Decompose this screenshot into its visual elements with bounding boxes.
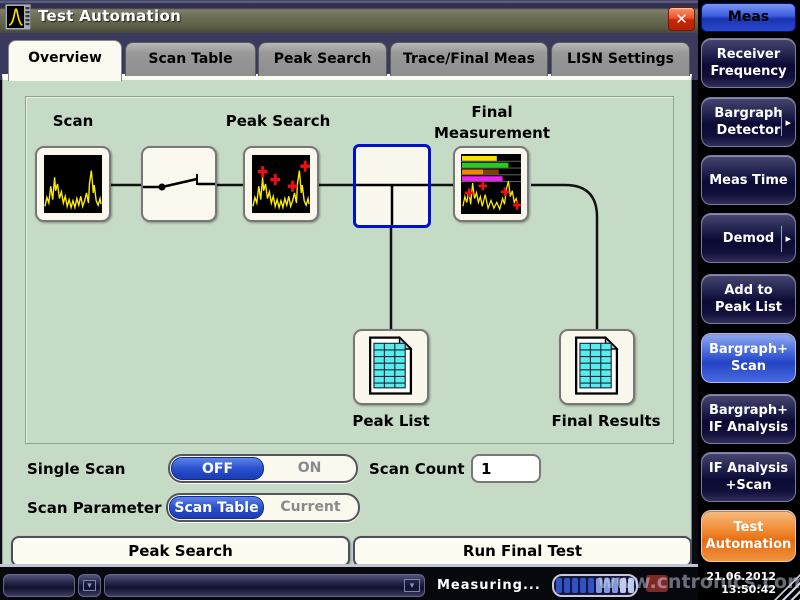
single-scan-on-option[interactable]: ON: [264, 457, 355, 480]
app-trace-icon: [5, 4, 31, 30]
window-title: Test Automation: [38, 7, 181, 25]
scan-count-input[interactable]: [471, 454, 541, 483]
taskbar-segment-1[interactable]: [3, 574, 75, 597]
peak-list-icon: [353, 329, 429, 405]
bargraph-scan-softkey[interactable]: Bargraph+ Scan: [701, 333, 796, 383]
progress-cell: [628, 578, 634, 593]
progress-bar: [552, 574, 638, 597]
demod-softkey[interactable]: Demod ▸: [701, 213, 796, 263]
datetime-display: 21.06.2012 13:50:42: [706, 570, 776, 596]
tab-overview[interactable]: Overview: [8, 40, 122, 81]
close-button[interactable]: ✕: [668, 7, 695, 31]
progress-cell: [620, 578, 626, 593]
scan-label: Scan: [23, 112, 123, 130]
bargraph-if-analysis-softkey[interactable]: Bargraph+ IF Analysis: [701, 394, 796, 444]
test-automation-softkey[interactable]: Test Automation: [701, 510, 796, 562]
progress-cell: [588, 578, 594, 593]
meas-time-softkey[interactable]: Meas Time: [701, 155, 796, 205]
switch-block: [141, 146, 217, 222]
submenu-arrow-icon: ▸: [781, 110, 791, 136]
progress-cell: [604, 578, 610, 593]
peak-search-label: Peak Search: [198, 112, 358, 130]
single-scan-label: Single Scan: [27, 460, 125, 478]
scan-count-label: Scan Count: [369, 460, 465, 478]
submenu-arrow-icon: ▸: [781, 226, 791, 252]
softkey-panel: Meas Receiver Frequency Bargraph Detecto…: [698, 0, 800, 600]
add-to-peak-list-softkey[interactable]: Add to Peak List: [701, 274, 796, 324]
peak-search-block: [243, 146, 319, 222]
final-measurement-icon: [461, 154, 521, 214]
final-measurement-block: [453, 146, 529, 222]
single-scan-off-option[interactable]: OFF: [171, 457, 264, 480]
final-results-icon: [559, 329, 635, 405]
progress-cell: [580, 578, 586, 593]
display-select-icon: ▾: [404, 579, 420, 592]
switch-icon: [143, 148, 215, 220]
scan-block: [35, 146, 111, 222]
watermark-logo: [646, 575, 668, 592]
if-analysis-scan-softkey[interactable]: IF Analysis +Scan: [701, 452, 796, 502]
single-scan-toggle: OFF ON: [168, 454, 358, 483]
title-bar: Test Automation ✕: [0, 0, 698, 33]
final-results-label: Final Results: [531, 412, 681, 430]
scan-parameter-current-option[interactable]: Current: [264, 496, 357, 519]
softkey-menu-title: Meas: [701, 3, 796, 32]
dropdown-icon: ▾: [83, 580, 96, 591]
tab-peak-search[interactable]: Peak Search: [258, 42, 387, 76]
tab-bar: Overview Scan Table Peak Search Trace/Fi…: [0, 33, 698, 80]
tab-trace-final-meas[interactable]: Trace/Final Meas: [390, 42, 548, 76]
scan-parameter-label: Scan Parameter: [27, 499, 162, 517]
junction-lines-icon: [356, 147, 428, 225]
document-table-icon: [355, 331, 427, 403]
tab-scan-table[interactable]: Scan Table: [125, 42, 256, 76]
scan-parameter-toggle: Scan Table Current: [166, 493, 360, 522]
selected-junction-block: [353, 144, 431, 228]
overview-content: Scan Peak Search Final Measurement: [2, 74, 692, 564]
receiver-frequency-softkey[interactable]: Receiver Frequency: [701, 38, 796, 88]
progress-cell: [572, 578, 578, 593]
scan-parameter-scan-table-option[interactable]: Scan Table: [169, 496, 264, 519]
progress-cell: [612, 578, 618, 593]
taskbar-dropdown-button[interactable]: ▾: [78, 574, 101, 597]
peak-search-trace-icon: [252, 155, 310, 213]
scan-trace-icon: [44, 155, 102, 213]
document-table-icon: [561, 331, 633, 403]
peak-search-button[interactable]: Peak Search: [11, 536, 350, 567]
progress-cell: [596, 578, 602, 593]
status-bar: ▾ ▾ Measuring...: [0, 564, 698, 600]
main-window: Test Automation ✕ Overview Scan Table Pe…: [0, 0, 698, 600]
bargraph-detector-softkey[interactable]: Bargraph Detector ▸: [701, 97, 796, 147]
final-measurement-label: Final Measurement: [412, 102, 572, 144]
peak-list-label: Peak List: [321, 412, 461, 430]
tab-lisn-settings[interactable]: LISN Settings: [551, 42, 690, 76]
progress-cell: [564, 578, 570, 593]
progress-cell: [556, 578, 562, 593]
resize-grip-icon[interactable]: [774, 574, 800, 600]
time-text: 13:50:42: [706, 583, 776, 596]
taskbar-segment-2[interactable]: ▾: [104, 574, 425, 597]
date-text: 21.06.2012: [706, 570, 776, 583]
run-final-test-button[interactable]: Run Final Test: [353, 536, 692, 567]
status-text: Measuring...: [437, 578, 541, 593]
